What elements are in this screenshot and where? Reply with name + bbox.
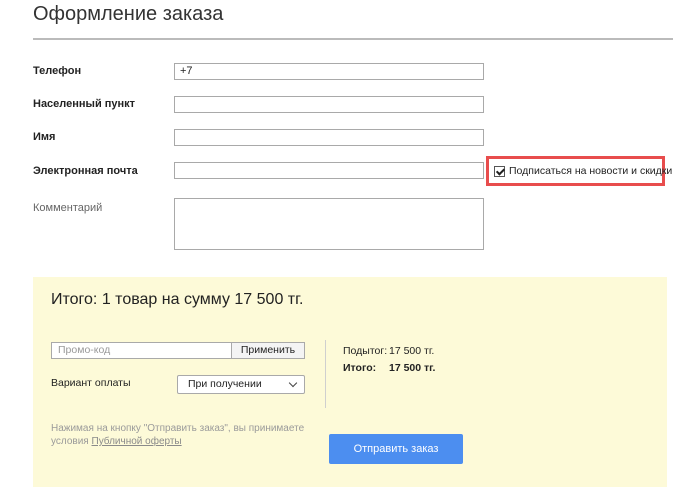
promo-code-input[interactable]: Промо-код xyxy=(51,342,231,359)
subscribe-checkbox[interactable] xyxy=(494,165,505,177)
public-offer-link[interactable]: Публичной оферты xyxy=(92,436,182,447)
terms-text: Нажимая на кнопку "Отправить заказ", вы … xyxy=(51,422,311,448)
page-title: Оформление заказа xyxy=(33,3,224,25)
email-field[interactable] xyxy=(174,162,484,179)
subscribe-option[interactable]: Подписаться на новости и скидки xyxy=(486,156,672,186)
city-field[interactable] xyxy=(174,96,484,113)
payment-method-label: Вариант оплаты xyxy=(51,377,131,389)
subscribe-label: Подписаться на новости и скидки xyxy=(509,165,673,177)
total-label: Итого: xyxy=(343,362,377,374)
summary-divider xyxy=(325,340,326,408)
order-summary-panel: Итого: 1 товар на сумму 17 500 тг. Промо… xyxy=(33,277,667,487)
phone-field[interactable]: +7 xyxy=(174,63,484,80)
title-divider xyxy=(33,38,673,40)
comment-label: Комментарий xyxy=(33,202,103,214)
phone-label: Телефон xyxy=(33,65,82,77)
subtotal-value: 17 500 тг. xyxy=(389,345,435,357)
total-value: 17 500 тг. xyxy=(389,362,436,374)
subtotal-label: Подытог: xyxy=(343,345,388,357)
name-label: Имя xyxy=(33,131,56,143)
comment-field[interactable] xyxy=(174,198,484,250)
chevron-down-icon xyxy=(288,378,298,388)
order-total-heading: Итого: 1 товар на сумму 17 500 тг. xyxy=(51,291,304,308)
payment-method-value: При получении xyxy=(188,378,262,390)
apply-promo-button[interactable]: Применить xyxy=(231,342,305,359)
name-field[interactable] xyxy=(174,129,484,146)
payment-method-select[interactable]: При получении xyxy=(177,375,305,394)
submit-order-button[interactable]: Отправить заказ xyxy=(329,434,463,464)
email-label: Электронная почта xyxy=(33,165,138,177)
city-label: Населенный пункт xyxy=(33,98,136,110)
